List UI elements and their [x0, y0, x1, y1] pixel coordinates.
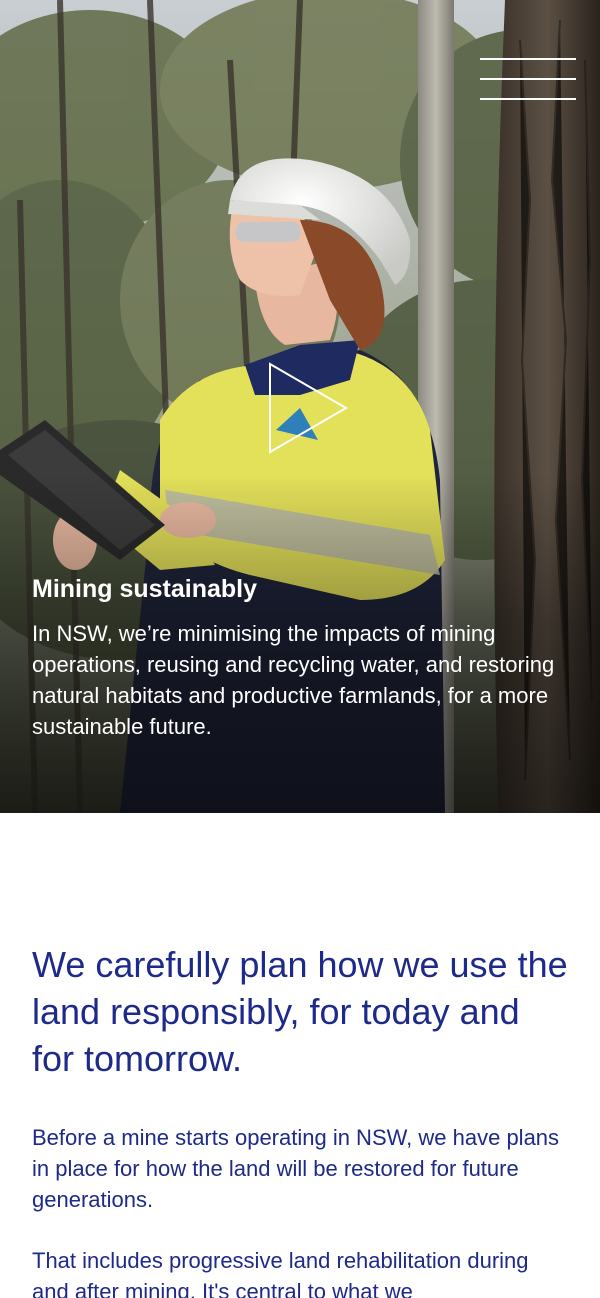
main-content: We carefully plan how we use the land re… [0, 941, 600, 1298]
body-paragraph: That includes progressive land rehabilit… [32, 1248, 529, 1298]
menu-line [480, 98, 576, 100]
menu-line [480, 58, 576, 60]
hero-caption: Mining sustainably In NSW, we’re minimis… [32, 572, 560, 742]
menu-line [480, 78, 576, 80]
body-paragraph: Before a mine starts operating in NSW, w… [32, 1125, 560, 1212]
section-headline: We carefully plan how we use the land re… [32, 944, 568, 1079]
hamburger-menu-icon[interactable] [480, 56, 576, 104]
play-icon[interactable] [262, 358, 352, 458]
hero-description: In NSW, we’re minimising the impacts of … [32, 621, 555, 739]
hero-video[interactable]: Mining sustainably In NSW, we’re minimis… [0, 0, 600, 813]
hero-title: Mining sustainably [32, 575, 258, 603]
